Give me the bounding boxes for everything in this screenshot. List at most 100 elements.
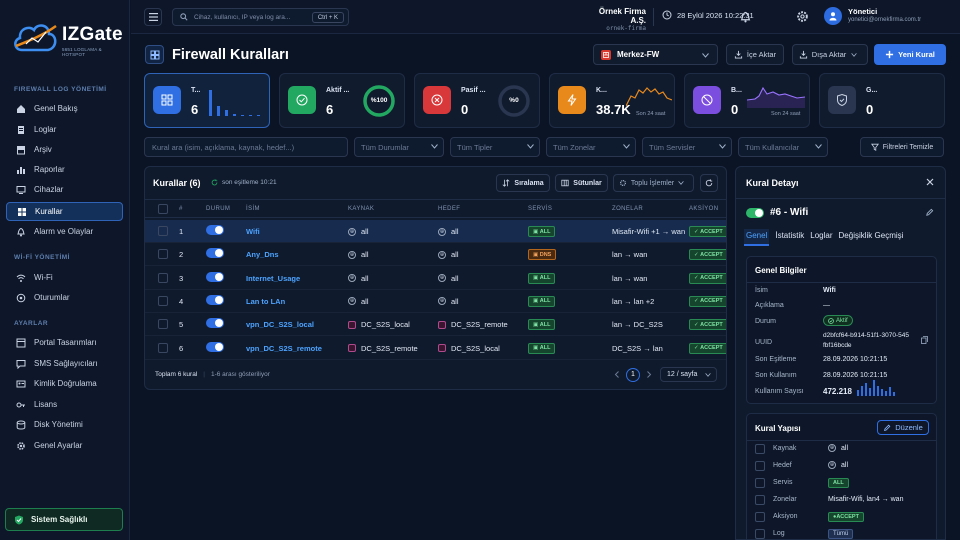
stat-card-blocked[interactable]: B... 0 Son 24 saat xyxy=(684,73,810,128)
zone-filter-select[interactable]: Tüm Zonelar xyxy=(546,137,636,157)
table-row[interactable]: 2 Any_Dns ⊕ all ⊕ all ▣ DNS lan → wan ✓ ACCEPT xyxy=(145,243,726,267)
sidebar-item-portal[interactable]: Portal Tasarımları xyxy=(6,333,123,352)
sidebar-item-wifi[interactable]: Wi-Fi xyxy=(6,268,123,287)
lightning-icon xyxy=(558,86,586,114)
rule-enabled-toggle[interactable] xyxy=(746,207,764,218)
tab-logs[interactable]: Loglar xyxy=(810,231,832,246)
sort-button[interactable]: Sıralama xyxy=(496,174,550,192)
chevron-left-icon[interactable] xyxy=(614,371,620,378)
sidebar-item-rules[interactable]: Kurallar xyxy=(6,202,123,221)
rule-status-toggle[interactable] xyxy=(206,271,224,282)
edit-rule-button[interactable]: Düzenle xyxy=(877,420,929,435)
copy-icon[interactable] xyxy=(921,336,928,344)
status-filter-select[interactable]: Tüm Durumlar xyxy=(354,137,444,157)
tab-general[interactable]: Genel xyxy=(744,229,770,246)
gear-icon[interactable] xyxy=(796,10,809,23)
rule-status-toggle[interactable] xyxy=(206,341,224,352)
row-checkbox[interactable] xyxy=(158,295,168,306)
table-row[interactable]: 3 Internet_Usage ⊕ all ⊕ all ▣ ALL lan → wan ✓ A… xyxy=(145,267,726,290)
page-button[interactable]: 1 xyxy=(626,367,640,382)
column-header-status[interactable]: DURUM xyxy=(206,206,230,212)
device-select[interactable]: Merkez-FW xyxy=(593,44,718,65)
avatar[interactable] xyxy=(824,7,842,25)
row-checkbox[interactable] xyxy=(158,342,168,353)
sidebar-item-overview[interactable]: Genel Bakış xyxy=(6,99,123,118)
pencil-icon xyxy=(884,424,891,431)
new-rule-button[interactable]: Yeni Kural xyxy=(874,44,946,65)
company-switcher[interactable]: Örnek Firma A.Ş. ornek-firma xyxy=(586,7,646,32)
stat-card-active[interactable]: Aktif ... 6 %100 xyxy=(279,73,405,128)
row-checkbox[interactable] xyxy=(158,272,168,283)
sidebar-item-sessions[interactable]: Oturumlar xyxy=(6,288,123,307)
columns-button[interactable]: Sütunlar xyxy=(555,174,608,192)
refresh-button[interactable] xyxy=(700,174,718,192)
menu-toggle-button[interactable] xyxy=(144,8,162,26)
column-header-action[interactable]: AKSİYON xyxy=(689,206,718,212)
user-filter-select[interactable]: Tüm Kullanıcılar xyxy=(738,137,828,157)
rule-name-link[interactable]: Internet_Usage xyxy=(246,274,300,283)
page-size-select[interactable]: 12 / sayfa xyxy=(660,367,717,382)
sidebar-item-devices[interactable]: Cihazlar xyxy=(6,180,123,199)
select-all-checkbox[interactable] xyxy=(158,204,168,214)
rule-status-toggle[interactable] xyxy=(206,294,224,305)
sidebar-item-disk[interactable]: Disk Yönetimi xyxy=(6,415,123,434)
type-filter-select[interactable]: Tüm Tipler xyxy=(450,137,540,157)
rule-name-link[interactable]: vpn_DC_S2S_remote xyxy=(246,344,322,353)
sidebar-item-sms[interactable]: SMS Sağlayıcıları xyxy=(6,354,123,373)
bell-icon[interactable] xyxy=(739,10,752,23)
sidebar-item-auth[interactable]: Kimlik Doğrulama xyxy=(6,374,123,393)
sidebar-item-logs[interactable]: Loglar xyxy=(6,120,123,139)
stat-value: 6 xyxy=(326,102,334,117)
user-menu[interactable]: Yönetici yonetici@ornekfirma.com.tr xyxy=(848,7,921,23)
row-checkbox[interactable] xyxy=(158,249,168,260)
system-health-status[interactable]: Sistem Sağlıklı xyxy=(5,508,123,531)
table-row[interactable]: 1 Wifi ⊕ all ⊕ all ▣ ALL Misafir-Wifi +1 → wan ✓… xyxy=(145,220,726,243)
rule-name-link[interactable]: Wifi xyxy=(246,227,260,236)
stat-card-guarded[interactable]: G... 0 xyxy=(819,73,945,128)
table-row[interactable]: 5 vpn_DC_S2S_local DC_S2S_local DC_S2S_remo… xyxy=(145,313,726,337)
rule-search-input[interactable]: Kural ara (isim, açıklama, kaynak, hedef… xyxy=(144,137,348,157)
cloud-logo-icon xyxy=(14,24,57,52)
column-header-destination[interactable]: HEDEF xyxy=(438,206,460,212)
pencil-icon[interactable] xyxy=(925,208,934,217)
app-logo[interactable]: IZGate 5651 LOGLAMA & HOTSPOT xyxy=(12,14,123,62)
service-filter-select[interactable]: Tüm Servisler xyxy=(642,137,732,157)
row-checkbox[interactable] xyxy=(158,319,168,330)
chevron-down-icon xyxy=(623,144,630,149)
close-icon[interactable] xyxy=(925,177,935,187)
sidebar-item-general-settings[interactable]: Genel Ayarlar xyxy=(6,436,123,455)
address-group-icon xyxy=(438,320,446,329)
rule-status-toggle[interactable] xyxy=(206,318,224,329)
sidebar-item-reports[interactable]: Raporlar xyxy=(6,160,123,179)
global-search-input[interactable]: Cihaz, kullanıcı, IP veya log ara... Ctr… xyxy=(172,8,349,26)
sidebar-item-alarms[interactable]: Alarm ve Olaylar xyxy=(6,222,123,241)
tab-statistics[interactable]: İstatistik xyxy=(775,231,804,246)
stat-card-passive[interactable]: Pasif ... 0 %0 xyxy=(414,73,540,128)
rule-name-link[interactable]: vpn_DC_S2S_local xyxy=(246,320,314,329)
bulk-actions-button[interactable]: Toplu İşlemler xyxy=(613,174,694,192)
action-badge-label: ACCEPT xyxy=(700,321,723,328)
usage-mini-chart xyxy=(857,380,895,396)
table-row[interactable]: 6 vpn_DC_S2S_remote DC_S2S_remote DC_S2S_lo… xyxy=(145,337,726,360)
chevron-right-icon[interactable] xyxy=(646,371,652,378)
stat-card-hits[interactable]: K... 38.7K Son 24 saat xyxy=(549,73,675,128)
rule-name-link[interactable]: Any_Dns xyxy=(246,250,279,259)
rule-status-toggle[interactable] xyxy=(206,225,224,235)
globe-icon: ⊕ xyxy=(348,250,356,259)
sidebar-item-license[interactable]: Lisans xyxy=(6,395,123,414)
tab-history[interactable]: Değişiklik Geçmişi xyxy=(839,231,904,246)
column-header-name[interactable]: İSİM xyxy=(246,206,260,212)
stat-card-total[interactable]: T... 6 xyxy=(144,73,270,128)
rule-name-link[interactable]: Lan to LAn xyxy=(246,297,285,306)
sidebar-item-archive[interactable]: Arşiv xyxy=(6,140,123,159)
row-checkbox[interactable] xyxy=(158,226,168,236)
rule-status-toggle[interactable] xyxy=(206,248,224,259)
export-button[interactable]: Dışa Aktar xyxy=(792,44,868,65)
column-header-source[interactable]: KAYNAK xyxy=(348,206,374,212)
import-button[interactable]: İçe Aktar xyxy=(726,44,784,65)
table-row[interactable]: 4 Lan to LAn ⊕ all ⊕ all ▣ ALL lan → lan +2 ✓ AC… xyxy=(145,290,726,313)
clear-filters-button[interactable]: Filtreleri Temizle xyxy=(860,137,944,157)
column-header-service[interactable]: SERVİS xyxy=(528,206,552,212)
column-header-zones[interactable]: ZONELAR xyxy=(612,206,643,212)
column-header-no[interactable]: # xyxy=(179,206,183,212)
